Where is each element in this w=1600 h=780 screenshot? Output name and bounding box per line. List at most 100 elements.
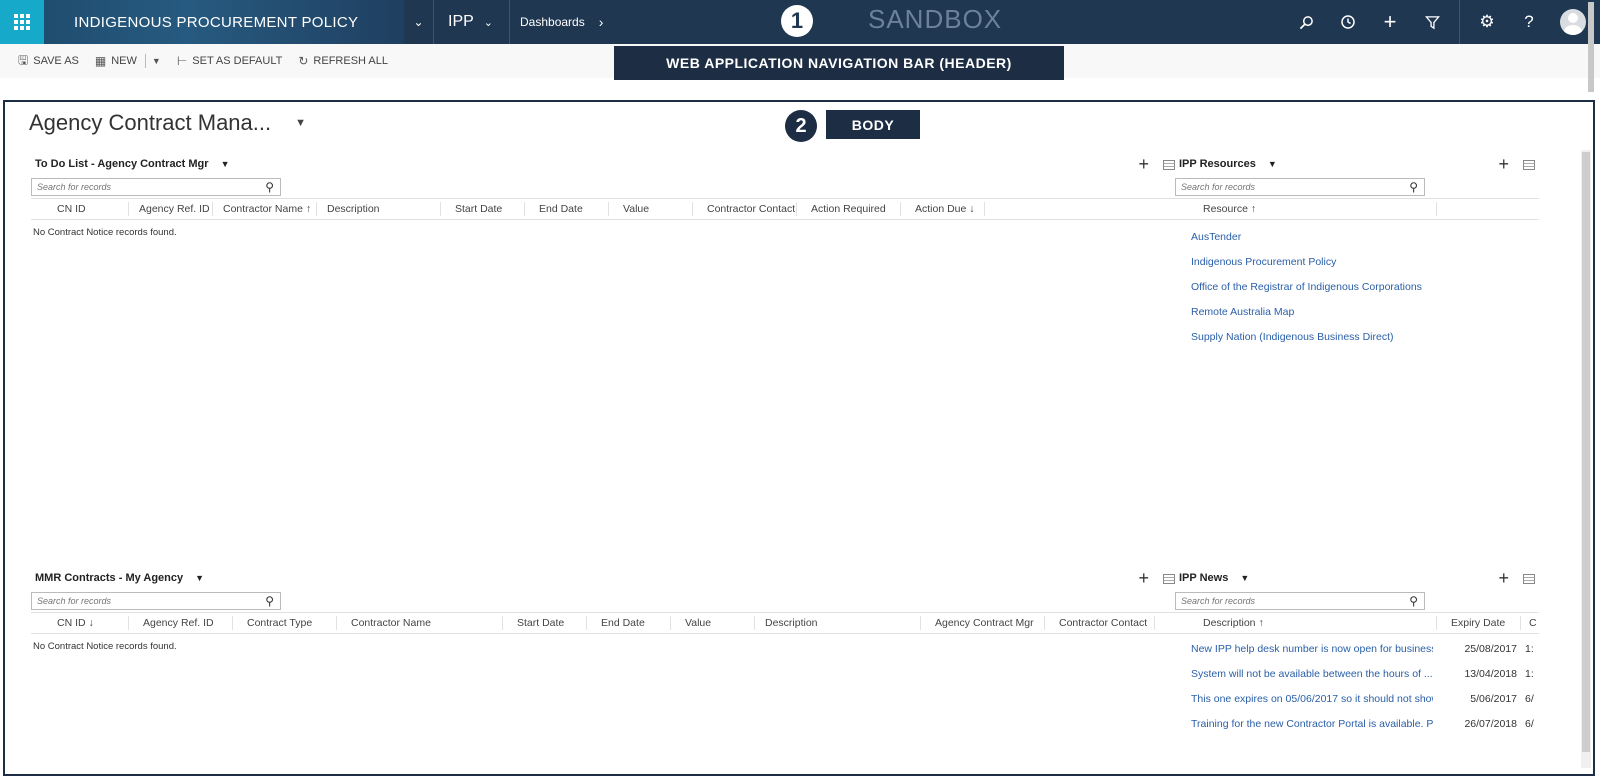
- search-input[interactable]: [37, 596, 237, 606]
- chevron-down-icon: ▼: [1240, 573, 1250, 583]
- save-as-button[interactable]: 🖫 SAVE AS: [18, 51, 79, 72]
- breadcrumb[interactable]: Dashboards ›: [510, 0, 603, 44]
- new-label: NEW: [111, 55, 137, 67]
- search-input[interactable]: [1181, 596, 1381, 606]
- news-link[interactable]: Training for the new Contractor Portal i…: [1175, 718, 1433, 730]
- add-record-icon[interactable]: +: [1498, 568, 1509, 589]
- expiry-date: 25/08/2017: [1464, 642, 1517, 655]
- search-icon[interactable]: ⚲: [1409, 594, 1418, 608]
- breadcrumb-dashboards[interactable]: Dashboards: [520, 15, 585, 29]
- column-header[interactable]: Description: [755, 616, 921, 630]
- new-dropdown-icon[interactable]: ▼: [152, 56, 161, 66]
- area-switcher[interactable]: IPP ⌄: [434, 0, 510, 44]
- empty-message: No Contract Notice records found.: [33, 227, 177, 238]
- pin-icon: ⊢: [176, 54, 188, 68]
- avatar[interactable]: [1560, 9, 1586, 35]
- plus-icon[interactable]: +: [1369, 0, 1411, 44]
- view-selector[interactable]: To Do List - Agency Contract Mgr ▼: [35, 158, 229, 170]
- column-header[interactable]: Contractor Contact: [1045, 616, 1155, 630]
- table-row[interactable]: New IPP help desk number is now open for…: [1175, 636, 1535, 661]
- column-header[interactable]: Agency Contract Mgr: [921, 616, 1045, 630]
- column-header[interactable]: Value: [671, 616, 755, 630]
- truncated-cell: 1:: [1525, 642, 1534, 655]
- add-record-icon[interactable]: +: [1138, 154, 1149, 175]
- column-header[interactable]: Action Due ↓: [901, 202, 985, 216]
- add-record-icon[interactable]: +: [1138, 568, 1149, 589]
- filter-icon[interactable]: [1411, 0, 1453, 44]
- resource-link[interactable]: AusTender: [1191, 224, 1422, 249]
- gear-icon[interactable]: ⚙: [1466, 0, 1508, 44]
- dashboard-selector[interactable]: Agency Contract Mana... ▼: [29, 110, 306, 136]
- search-input[interactable]: [1181, 182, 1381, 192]
- column-header[interactable]: Contractor Contact: [693, 202, 797, 216]
- column-header[interactable]: CN ID: [31, 202, 129, 216]
- news-panel: IPP News ▼ + ⚲ Description ↑ Expiry Date…: [1175, 568, 1539, 762]
- dashboard-title: Agency Contract Mana...: [29, 110, 272, 135]
- news-link[interactable]: This one expires on 05/06/2017 so it sho…: [1175, 693, 1433, 705]
- column-header[interactable]: Contractor Name: [337, 616, 503, 630]
- news-link[interactable]: System will not be available between the…: [1175, 668, 1433, 680]
- resource-list: AusTender Indigenous Procurement Policy …: [1191, 224, 1422, 349]
- view-selector[interactable]: MMR Contracts - My Agency ▼: [35, 572, 204, 584]
- search-icon[interactable]: [1285, 0, 1327, 44]
- column-header[interactable]: Agency Ref. ID: [129, 202, 213, 216]
- column-header[interactable]: Action Required: [797, 202, 901, 216]
- history-icon[interactable]: [1327, 0, 1369, 44]
- refresh-all-button[interactable]: ↻ REFRESH ALL: [298, 54, 388, 68]
- table-row[interactable]: System will not be available between the…: [1175, 661, 1535, 686]
- column-header[interactable]: CN ID ↓: [31, 616, 129, 630]
- column-header[interactable]: Expiry Date: [1437, 616, 1521, 630]
- todo-panel: To Do List - Agency Contract Mgr ▼ + ⚲ C…: [31, 154, 1179, 418]
- panel-title: IPP Resources: [1179, 158, 1256, 170]
- app-title[interactable]: INDIGENOUS PROCUREMENT POLICY: [44, 0, 404, 44]
- help-icon[interactable]: ?: [1508, 0, 1550, 44]
- column-header[interactable]: Description ↑: [1175, 616, 1437, 630]
- panel-title: IPP News: [1179, 572, 1229, 584]
- grid-view-icon[interactable]: [1523, 573, 1535, 584]
- news-link[interactable]: New IPP help desk number is now open for…: [1175, 643, 1433, 655]
- column-header[interactable]: Agency Ref. ID: [129, 616, 233, 630]
- resource-link[interactable]: Office of the Registrar of Indigenous Co…: [1191, 274, 1422, 299]
- annotation-marker-2: 2: [785, 110, 817, 142]
- grid-view-icon[interactable]: [1163, 573, 1175, 584]
- set-default-button[interactable]: ⊢ SET AS DEFAULT: [177, 54, 283, 68]
- grid-view-icon[interactable]: [1163, 159, 1175, 170]
- column-header[interactable]: Description: [317, 202, 441, 216]
- panel-title: To Do List - Agency Contract Mgr: [35, 158, 209, 170]
- app-launcher-button[interactable]: [0, 0, 44, 44]
- truncated-cell: 1:: [1525, 667, 1534, 680]
- column-header[interactable]: Resource ↑: [1175, 202, 1437, 216]
- new-button[interactable]: ▦ NEW: [95, 54, 137, 68]
- resource-link[interactable]: Indigenous Procurement Policy: [1191, 249, 1422, 274]
- column-header[interactable]: End Date: [525, 202, 609, 216]
- search-icon[interactable]: ⚲: [265, 180, 274, 194]
- search-icon[interactable]: ⚲: [265, 594, 274, 608]
- table-row[interactable]: Training for the new Contractor Portal i…: [1175, 711, 1535, 736]
- column-header[interactable]: Start Date: [441, 202, 525, 216]
- column-header[interactable]: End Date: [587, 616, 671, 630]
- new-dashboard-icon: ▦: [94, 54, 107, 68]
- body-scrollbar[interactable]: [1581, 150, 1591, 768]
- set-default-label: SET AS DEFAULT: [192, 55, 283, 67]
- scrollbar-thumb[interactable]: [1582, 152, 1590, 752]
- environment-label: SANDBOX: [868, 4, 1003, 34]
- add-record-icon[interactable]: +: [1498, 154, 1509, 175]
- view-selector[interactable]: IPP Resources ▼: [1179, 158, 1277, 170]
- grid-view-icon[interactable]: [1523, 159, 1535, 170]
- search-input[interactable]: [37, 182, 237, 192]
- search-icon[interactable]: ⚲: [1409, 180, 1418, 194]
- resource-link[interactable]: Remote Australia Map: [1191, 299, 1422, 324]
- column-header[interactable]: Start Date: [503, 616, 587, 630]
- column-header[interactable]: Contractor Name ↑: [213, 202, 317, 216]
- table-row[interactable]: This one expires on 05/06/2017 so it sho…: [1175, 686, 1535, 711]
- chevron-down-icon[interactable]: ⌄: [404, 0, 434, 44]
- view-selector[interactable]: IPP News ▼: [1179, 572, 1249, 584]
- column-header[interactable]: C: [1521, 616, 1539, 630]
- chevron-down-icon: ▼: [220, 159, 230, 169]
- expiry-date: 13/04/2018: [1464, 667, 1517, 680]
- page-scrollbar[interactable]: [1584, 0, 1598, 100]
- column-header[interactable]: Value: [609, 202, 693, 216]
- search-box: ⚲: [1175, 592, 1425, 610]
- column-header[interactable]: Contract Type: [233, 616, 337, 630]
- resource-link[interactable]: Supply Nation (Indigenous Business Direc…: [1191, 324, 1422, 349]
